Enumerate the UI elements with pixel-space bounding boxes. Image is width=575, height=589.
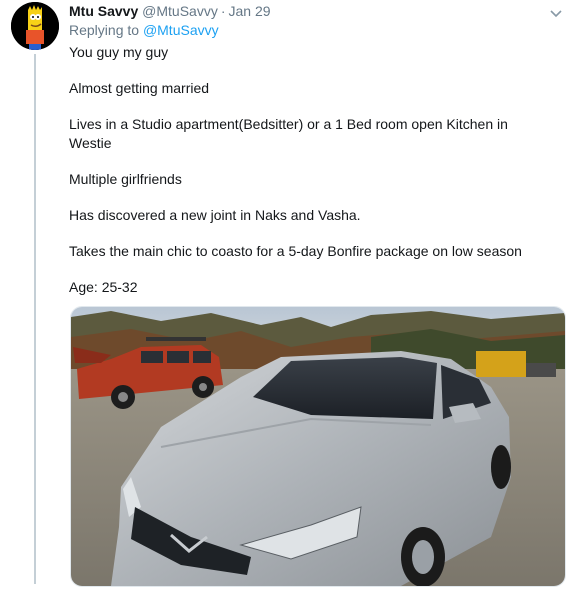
replying-to: Replying to @MtuSavvy	[69, 22, 219, 38]
author-handle[interactable]: @MtuSavvy	[142, 3, 218, 19]
tweet-paragraph: Lives in a Studio apartment(Bedsitter) o…	[69, 116, 508, 151]
car-photo	[71, 307, 565, 586]
tweet-paragraph: Almost getting married	[69, 80, 210, 96]
author-name[interactable]: Mtu Savvy	[69, 3, 138, 19]
tweet: Mtu Savvy @MtuSavvy · Jan 29 Replying to @…	[0, 0, 575, 589]
tweet-photo[interactable]	[70, 306, 566, 587]
tweet-paragraph: You guy my guy	[69, 44, 169, 60]
avatar-image	[11, 2, 59, 50]
tweet-date[interactable]: Jan 29	[229, 3, 271, 19]
tweet-paragraph: Age: 25-32	[69, 279, 138, 295]
replying-prefix: Replying to	[69, 22, 143, 38]
separator-dot: ·	[220, 3, 226, 19]
avatar[interactable]	[11, 2, 59, 50]
tweet-paragraph: Multiple girlfriends	[69, 171, 182, 187]
chevron-down-icon[interactable]	[549, 6, 563, 18]
tweet-header: Mtu Savvy @MtuSavvy · Jan 29	[69, 3, 271, 19]
replying-mention-link[interactable]: @MtuSavvy	[143, 22, 219, 38]
thread-line	[34, 54, 36, 584]
tweet-paragraph: Has discovered a new joint in Naks and V…	[69, 207, 361, 223]
tweet-paragraph: Takes the main chic to coasto for a 5-da…	[69, 243, 522, 259]
